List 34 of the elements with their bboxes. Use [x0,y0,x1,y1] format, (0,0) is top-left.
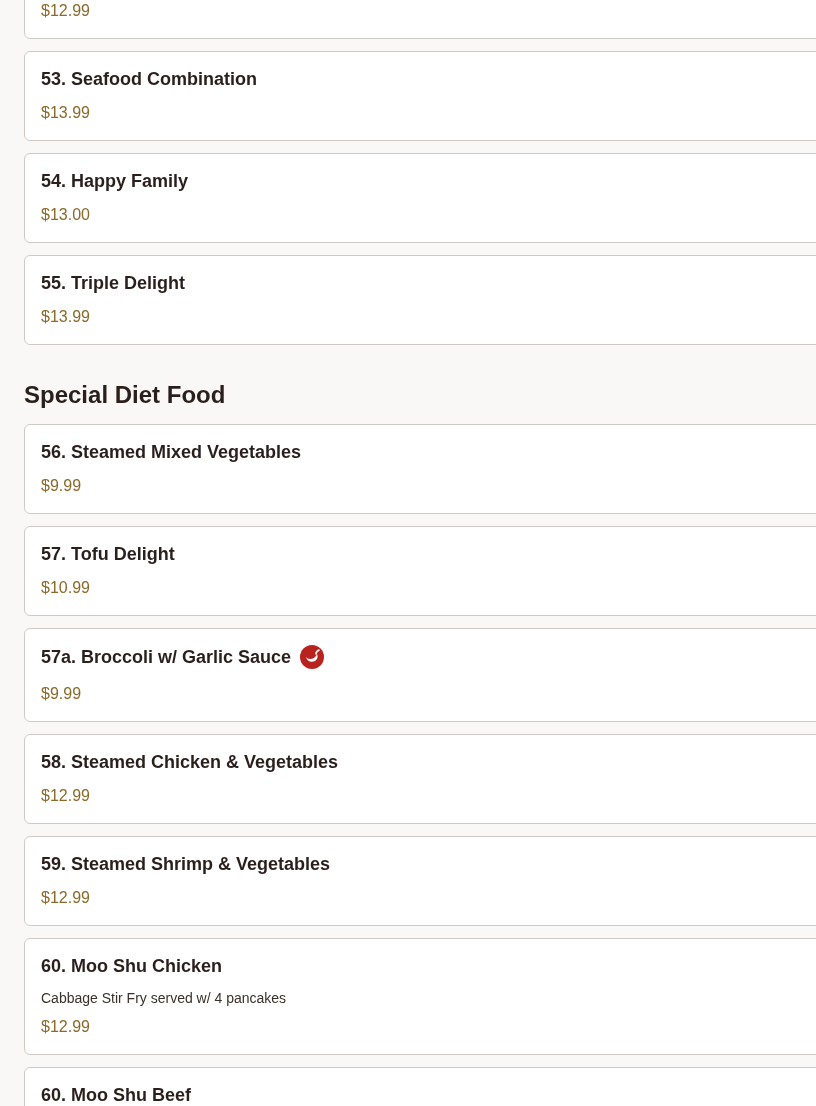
item-name: 57. Tofu Delight [41,543,175,565]
item-price: $12.99 [41,786,91,806]
item-name: 57a. Broccoli w/ Garlic Sauce [41,646,292,668]
menu-item-card[interactable]: 53. Seafood Combination $13.99 [24,51,816,141]
section-heading: Special Diet Food [24,381,227,409]
item-name: 55. Triple Delight [41,272,186,294]
chili-pepper-icon [300,645,325,669]
item-price: $10.99 [41,578,91,598]
menu-item-card[interactable]: 58. Steamed Chicken & Vegetables $12.99 [24,734,816,824]
item-name: 60. Moo Shu Beef [41,1084,192,1106]
item-price: $13.99 [41,103,91,123]
menu-item-card[interactable]: 60. Moo Shu Beef [24,1067,816,1106]
item-price: $12.99 [41,888,91,908]
item-name: 56. Steamed Mixed Vegetables [41,441,302,463]
item-price: $13.00 [41,205,91,225]
menu-item-card[interactable]: 57a. Broccoli w/ Garlic Sauce $9.99 [24,628,816,722]
item-name: 60. Moo Shu Chicken [41,955,223,977]
menu-item-card[interactable]: 54. Happy Family $13.00 [24,153,816,243]
item-name: 53. Seafood Combination [41,68,258,90]
item-name: 59. Steamed Shrimp & Vegetables [41,853,331,875]
menu-item-card[interactable]: 59. Steamed Shrimp & Vegetables $12.99 [24,836,816,926]
menu-item-card[interactable]: 56. Steamed Mixed Vegetables $9.99 [24,424,816,514]
item-name: 58. Steamed Chicken & Vegetables [41,751,339,773]
item-name: 54. Happy Family [41,170,189,192]
menu-item-card[interactable]: $12.99 [24,0,816,39]
item-price: $12.99 [41,1017,91,1037]
menu-item-card[interactable]: 60. Moo Shu Chicken Cabbage Stir Fry served w/ 4 pancakes $12.99 [24,938,816,1055]
item-description: Cabbage Stir Fry served w/ 4 pancakes [41,989,288,1008]
item-price: $9.99 [41,684,83,704]
menu-item-card[interactable]: 57. Tofu Delight $10.99 [24,526,816,616]
menu-item-card[interactable]: 55. Triple Delight $13.99 [24,255,816,345]
item-price: $13.99 [41,307,91,327]
item-price: $9.99 [41,476,83,496]
item-price: $12.99 [41,1,91,21]
